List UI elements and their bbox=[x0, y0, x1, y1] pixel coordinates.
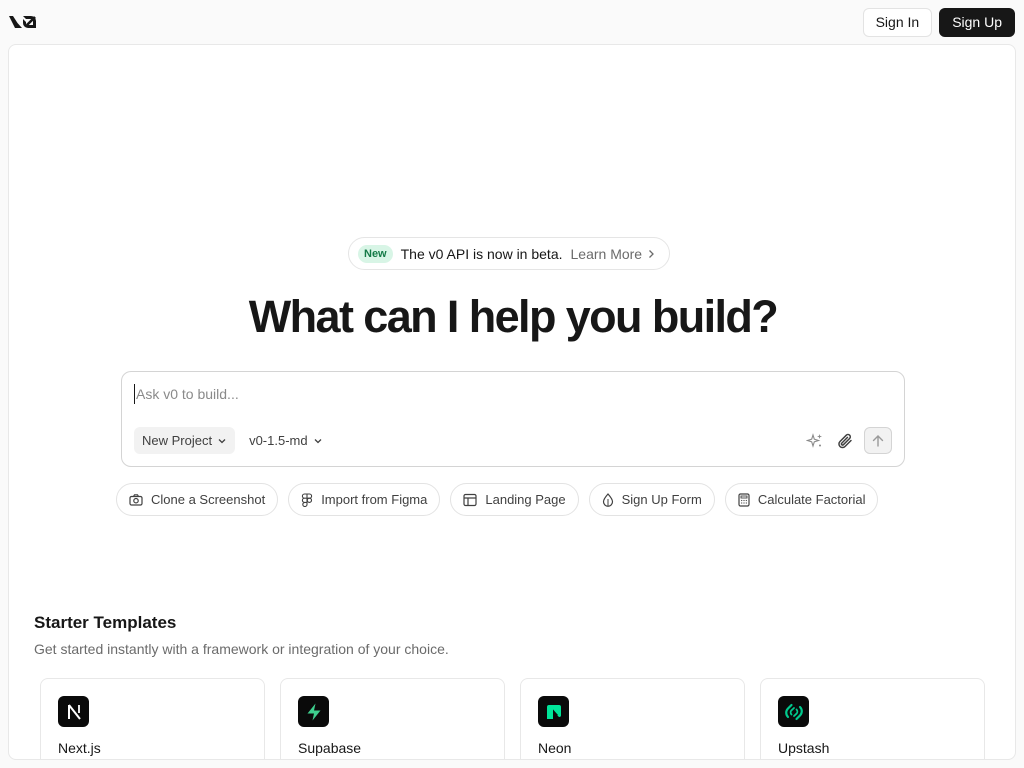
template-card-name: Supabase bbox=[298, 740, 362, 756]
template-card-name: Upstash bbox=[778, 740, 830, 756]
nextjs-icon bbox=[58, 696, 89, 727]
sign-in-button[interactable]: Sign In bbox=[862, 7, 933, 37]
suggestion-chips: Clone a Screenshot Import from Figma Lan… bbox=[116, 483, 879, 516]
project-select[interactable]: New Project bbox=[134, 427, 236, 454]
sparkles-icon bbox=[806, 432, 822, 448]
model-select[interactable]: v0-1.5-md bbox=[241, 427, 331, 454]
template-cards: Next.js Supabase Neon Upstash bbox=[40, 678, 985, 759]
prompt-composer: New Project v0-1.5-md bbox=[121, 371, 905, 467]
top-bar: Sign In Sign Up bbox=[0, 0, 1024, 44]
camera-icon bbox=[129, 493, 143, 506]
suggestion-label: Calculate Factorial bbox=[757, 492, 866, 507]
suggestion-clone-screenshot[interactable]: Clone a Screenshot bbox=[116, 483, 279, 516]
send-button[interactable] bbox=[864, 427, 892, 454]
prompt-input[interactable] bbox=[134, 384, 874, 404]
suggestion-label: Landing Page bbox=[485, 492, 566, 507]
starter-templates-heading: Starter Templates bbox=[34, 613, 177, 632]
sign-up-button[interactable]: Sign Up bbox=[939, 7, 1015, 37]
template-card-neon[interactable]: Neon bbox=[520, 678, 745, 759]
suggestion-sign-up-form[interactable]: Sign Up Form bbox=[588, 483, 715, 516]
learn-more-label: Learn More bbox=[570, 245, 643, 262]
paperclip-icon bbox=[838, 433, 852, 448]
figma-icon bbox=[302, 492, 313, 507]
v0-logo-icon bbox=[9, 16, 36, 28]
page-title: What can I help you build? bbox=[248, 291, 779, 342]
model-select-label: v0-1.5-md bbox=[249, 433, 308, 448]
announcement-text: The v0 API is now in beta. bbox=[400, 245, 563, 262]
new-badge: New bbox=[358, 244, 393, 263]
template-card-name: Next.js bbox=[58, 740, 101, 756]
chevron-down-icon bbox=[314, 438, 322, 443]
auth-actions: Sign In Sign Up bbox=[862, 7, 1015, 37]
template-card-supabase[interactable]: Supabase bbox=[280, 678, 505, 759]
template-card-name: Neon bbox=[538, 740, 572, 756]
droplet-icon bbox=[602, 492, 613, 507]
upstash-icon bbox=[778, 696, 809, 727]
announcement-pill[interactable]: New The v0 API is now in beta. Learn Mor… bbox=[348, 237, 671, 270]
suggestion-import-figma[interactable]: Import from Figma bbox=[288, 483, 441, 516]
chevron-down-icon bbox=[218, 438, 226, 443]
suggestion-label: Clone a Screenshot bbox=[151, 492, 266, 507]
suggestion-label: Import from Figma bbox=[321, 492, 428, 507]
layout-icon bbox=[463, 493, 477, 506]
template-card-upstash[interactable]: Upstash bbox=[760, 678, 985, 759]
project-select-label: New Project bbox=[142, 433, 213, 448]
composer-selectors: New Project v0-1.5-md bbox=[134, 427, 331, 454]
attach-button[interactable] bbox=[834, 427, 856, 454]
enhance-prompt-button[interactable] bbox=[804, 427, 826, 454]
suggestion-calculate-factorial[interactable]: Calculate Factorial bbox=[724, 483, 879, 516]
suggestion-landing-page[interactable]: Landing Page bbox=[450, 483, 579, 516]
neon-icon bbox=[538, 696, 569, 727]
calculator-icon bbox=[738, 492, 750, 507]
arrow-up-icon bbox=[872, 434, 884, 447]
v0-logo[interactable] bbox=[8, 12, 38, 32]
main-panel: New The v0 API is now in beta. Learn Mor… bbox=[8, 44, 1016, 760]
supabase-icon bbox=[298, 696, 329, 727]
chevron-right-icon bbox=[649, 249, 655, 258]
suggestion-label: Sign Up Form bbox=[621, 492, 702, 507]
learn-more-link[interactable]: Learn More bbox=[571, 246, 657, 262]
composer-actions bbox=[804, 427, 892, 454]
template-card-nextjs[interactable]: Next.js bbox=[40, 678, 265, 759]
starter-templates-subtitle: Get started instantly with a framework o… bbox=[34, 641, 449, 657]
